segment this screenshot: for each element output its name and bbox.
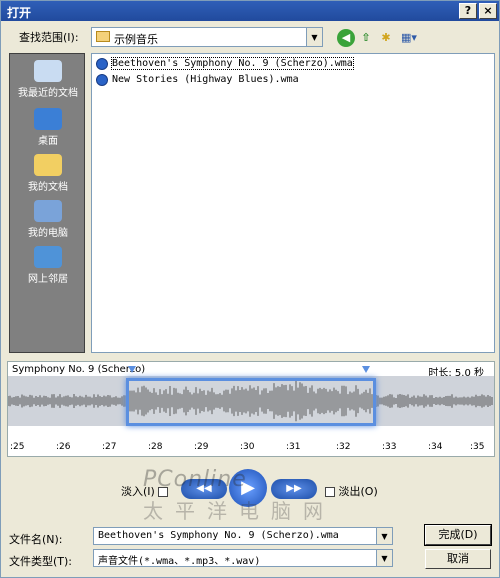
network-icon [34, 246, 62, 268]
places-bar: 我最近的文档 桌面 我的文档 我的电脑 网上邻居 [9, 53, 85, 353]
timeline-tick: :30 [240, 442, 255, 452]
folder-icon [96, 31, 110, 42]
watermark-logo: PConline [143, 467, 247, 492]
place-label: 我最近的文档 [18, 88, 78, 99]
my-documents-icon [34, 154, 62, 176]
clip-name: Symphony No. 9 (Scherzo) [12, 364, 146, 375]
filename-value: Beethoven's Symphony No. 9 (Scherzo).wma [98, 530, 339, 541]
recent-docs-icon [34, 60, 62, 82]
desktop-icon [34, 108, 62, 130]
chevron-down-icon[interactable]: ▼ [306, 28, 322, 46]
file-list[interactable]: Beethoven's Symphony No. 9 (Scherzo).wma… [91, 53, 495, 353]
filename-label: 文件名(N): [9, 533, 63, 546]
timeline-tick: :35 [470, 442, 485, 452]
cancel-button[interactable]: 取消 [425, 549, 491, 569]
filename-input[interactable]: Beethoven's Symphony No. 9 (Scherzo).wma… [93, 527, 393, 545]
file-name: Beethoven's Symphony No. 9 (Scherzo).wma [111, 57, 354, 70]
place-my-computer[interactable]: 我的电脑 [10, 198, 86, 244]
title-bar: 打开 ? × [1, 1, 499, 21]
filetype-select[interactable]: 声音文件(*.wma、*.mp3、*.wav) ▼ [93, 549, 393, 567]
audio-file-icon [96, 74, 108, 86]
audio-preview: Symphony No. 9 (Scherzo) 时长: 5.0 秒 :25 :… [7, 361, 495, 457]
file-name: New Stories (Highway Blues).wma [112, 74, 299, 85]
start-marker-icon[interactable] [128, 366, 136, 373]
place-desktop[interactable]: 桌面 [10, 106, 86, 152]
selection-range[interactable] [126, 378, 376, 426]
new-folder-icon[interactable]: ✱ [377, 29, 395, 47]
filetype-value: 声音文件(*.wma、*.mp3、*.wav) [98, 556, 261, 567]
timeline-tick: :27 [102, 442, 117, 452]
lookin-label: 查找范围(I): [19, 31, 79, 44]
timeline-tick: :26 [56, 442, 71, 452]
views-icon[interactable]: ▦▾ [398, 29, 420, 47]
place-label: 网上邻居 [28, 274, 68, 285]
place-recent-docs[interactable]: 我最近的文档 [10, 58, 86, 104]
help-button[interactable]: ? [459, 3, 477, 19]
place-label: 桌面 [38, 136, 58, 147]
timeline-tick: :31 [286, 442, 301, 452]
place-label: 我的文档 [28, 182, 68, 193]
back-icon[interactable]: ◀ [337, 29, 355, 47]
filetype-label: 文件类型(T): [9, 555, 73, 568]
timeline-tick: :29 [194, 442, 209, 452]
chevron-down-icon[interactable]: ▼ [376, 528, 392, 544]
dialog-title: 打开 [7, 6, 32, 20]
open-dialog: 打开 ? × 查找范围(I): 示例音乐 ▼ ◀ ⇧ ✱ ▦▾ 我最近的文档 桌… [0, 0, 500, 578]
timeline-tick: :25 [10, 442, 25, 452]
close-button[interactable]: × [479, 3, 497, 19]
fade-out-label: 淡出(O) [338, 485, 378, 498]
done-button[interactable]: 完成(D) [424, 524, 492, 546]
timeline-tick: :33 [382, 442, 397, 452]
chevron-down-icon[interactable]: ▼ [376, 550, 392, 566]
up-folder-icon[interactable]: ⇧ [357, 29, 375, 47]
timeline-tick: :32 [336, 442, 351, 452]
timeline: :25 :26 :27 :28 :29 :30 :31 :32 :33 :34 … [8, 442, 494, 456]
lookin-value: 示例音乐 [114, 33, 158, 46]
place-label: 我的电脑 [28, 228, 68, 239]
file-item[interactable]: Beethoven's Symphony No. 9 (Scherzo).wma [94, 56, 494, 72]
place-network[interactable]: 网上邻居 [10, 244, 86, 290]
my-computer-icon [34, 200, 62, 222]
audio-file-icon [96, 58, 108, 70]
place-my-documents[interactable]: 我的文档 [10, 152, 86, 198]
timeline-tick: :28 [148, 442, 163, 452]
lookin-dropdown[interactable]: 示例音乐 ▼ [91, 27, 323, 47]
timeline-tick: :34 [428, 442, 443, 452]
file-item[interactable]: New Stories (Highway Blues).wma [94, 72, 494, 88]
end-marker-icon[interactable] [362, 366, 370, 373]
watermark-text: 太平洋电脑网 [143, 499, 335, 523]
